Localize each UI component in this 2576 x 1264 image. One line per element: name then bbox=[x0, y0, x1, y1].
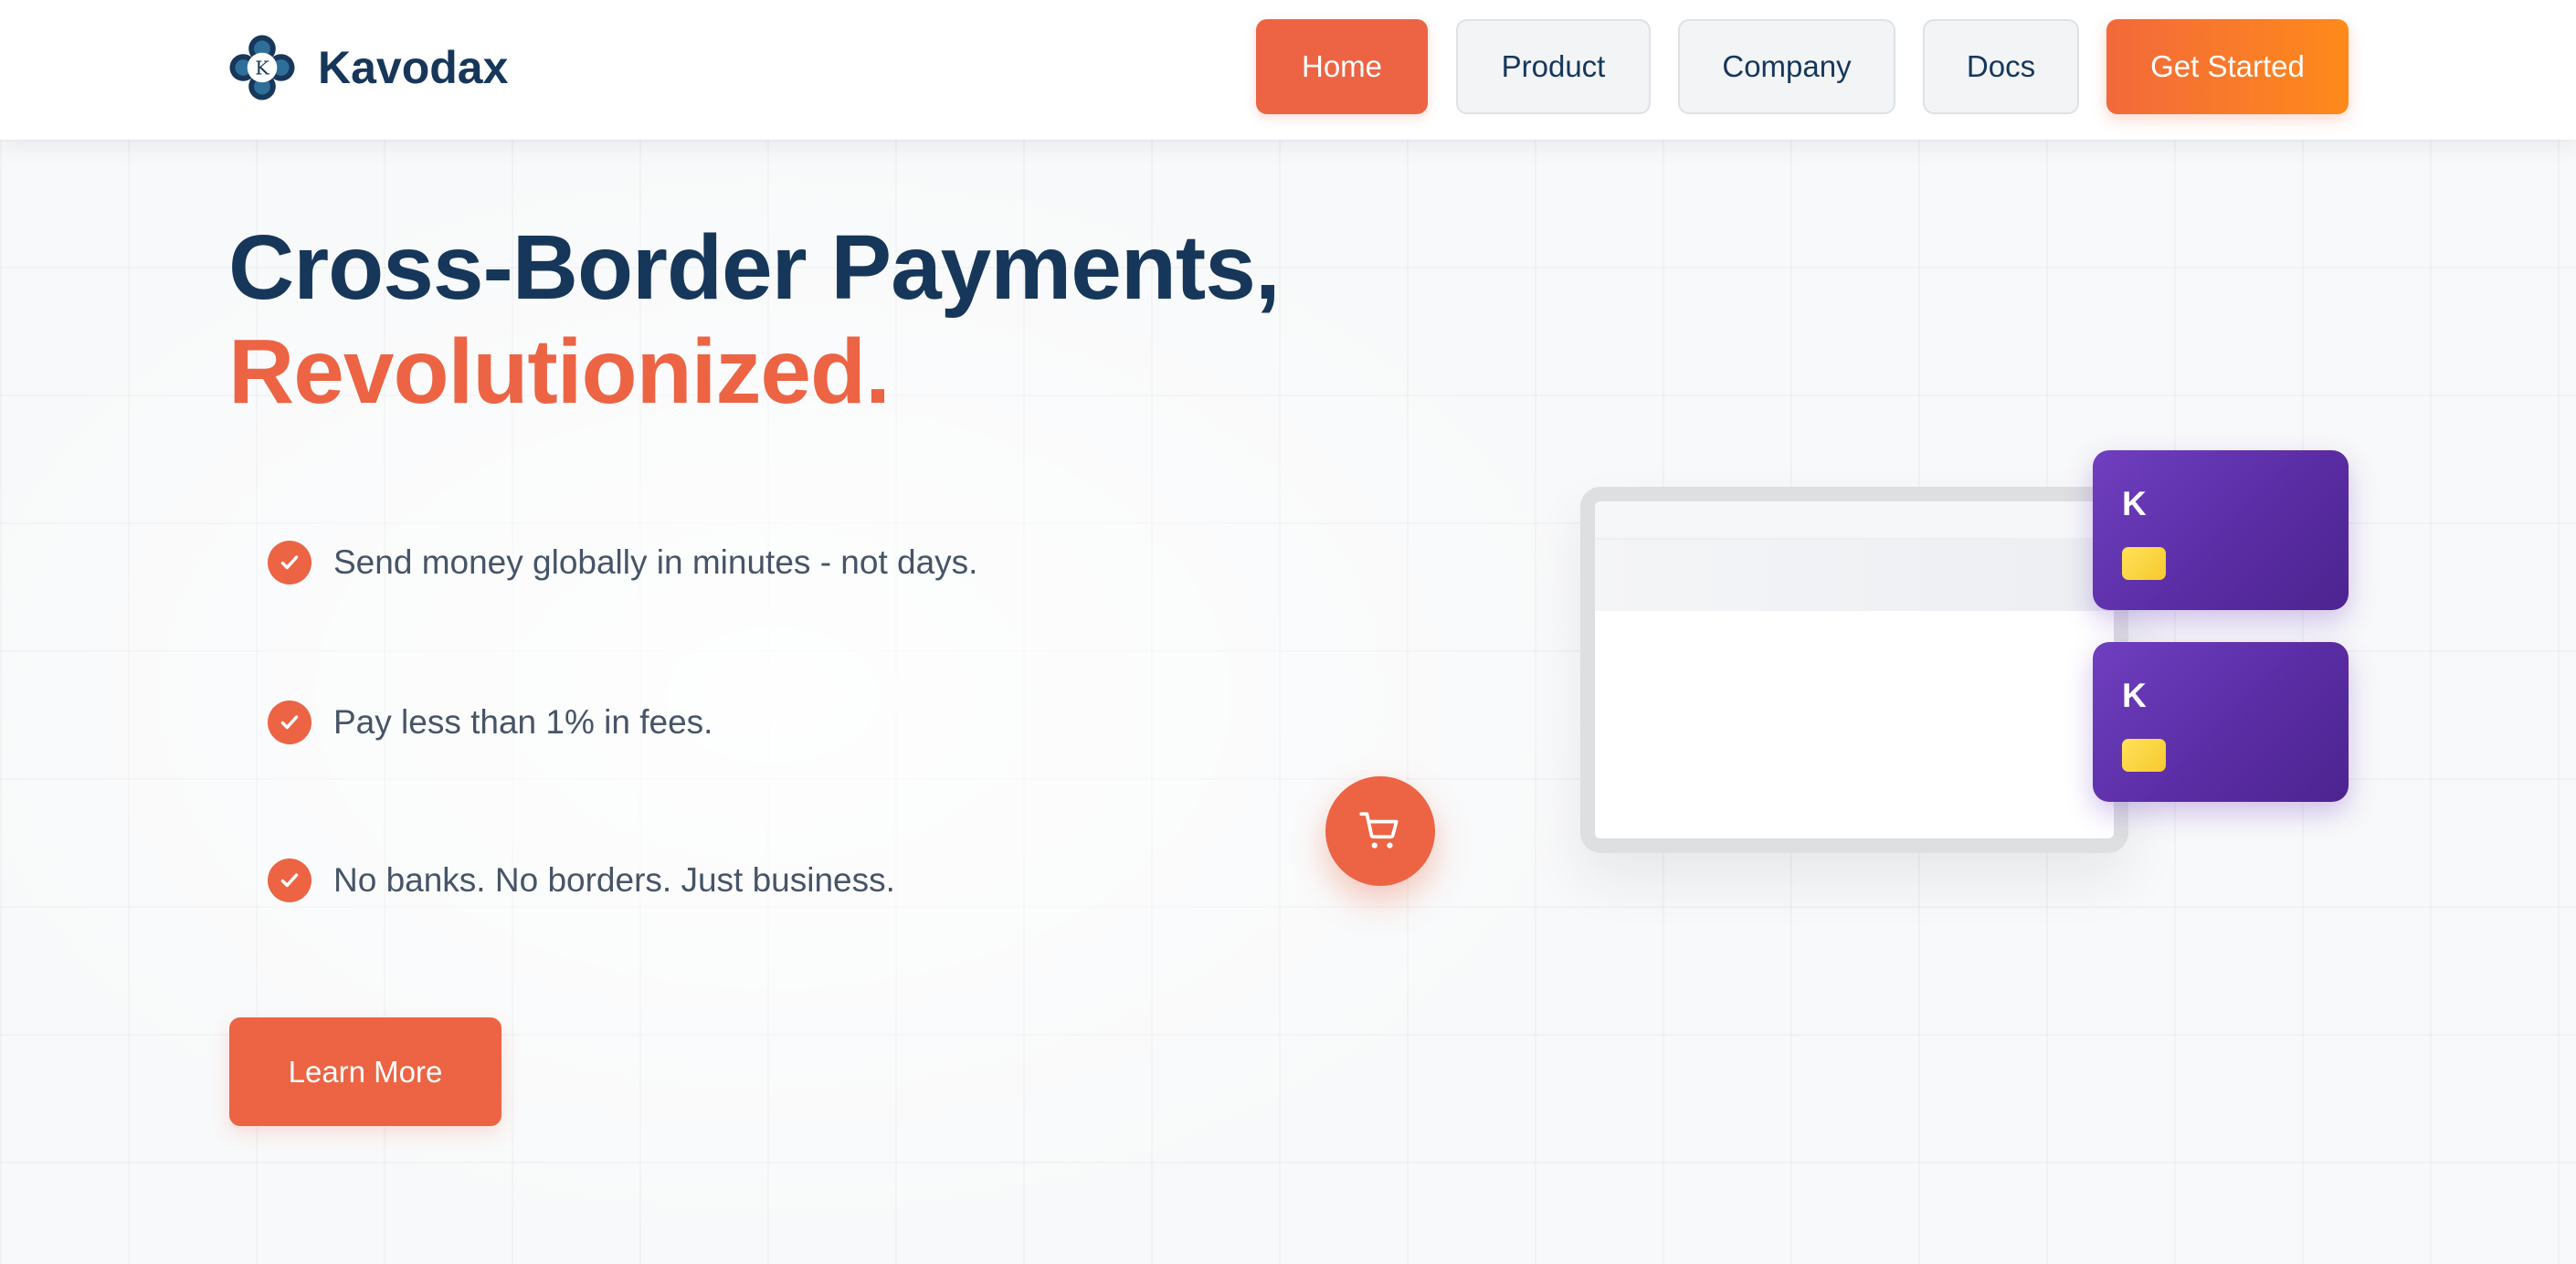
headline-line-2: Revolutionized. bbox=[228, 321, 891, 423]
card-letter: K bbox=[2122, 485, 2147, 522]
browser-toolbar bbox=[1595, 501, 2114, 540]
payment-card: K bbox=[2093, 642, 2349, 802]
card-letter: K bbox=[2122, 677, 2147, 714]
hero-headline: Cross-Border Payments, Revolutionized. bbox=[228, 216, 1281, 424]
feature-text: Send money globally in minutes - not day… bbox=[333, 543, 978, 581]
nav-home-button[interactable]: Home bbox=[1256, 19, 1428, 114]
top-navbar: K Kavodax Home Product Company Docs Get … bbox=[0, 0, 2576, 140]
card-chip-icon bbox=[2122, 739, 2166, 772]
flower-logo-icon: K bbox=[229, 35, 295, 100]
browser-header-strip bbox=[1595, 540, 2114, 611]
nav-docs-button[interactable]: Docs bbox=[1923, 19, 2079, 114]
get-started-button[interactable]: Get Started bbox=[2106, 19, 2349, 114]
check-icon bbox=[268, 700, 311, 744]
check-icon bbox=[268, 541, 311, 585]
feature-item: Pay less than 1% in fees. bbox=[268, 700, 713, 745]
feature-item: No banks. No borders. Just business. bbox=[268, 858, 895, 903]
card-chip-icon bbox=[2122, 547, 2166, 580]
browser-mockup bbox=[1580, 487, 2128, 853]
check-icon bbox=[268, 858, 311, 902]
feature-text: No banks. No borders. Just business. bbox=[333, 861, 895, 899]
logo-letter: K bbox=[255, 57, 269, 79]
brand-name: Kavodax bbox=[318, 42, 509, 93]
brand-link[interactable]: K Kavodax bbox=[228, 33, 508, 102]
payment-card: K bbox=[2093, 450, 2349, 610]
feature-item: Send money globally in minutes - not day… bbox=[268, 540, 977, 585]
cart-button[interactable] bbox=[1325, 776, 1435, 886]
headline-line-1: Cross-Border Payments, bbox=[228, 216, 1281, 319]
nav-product-button[interactable]: Product bbox=[1456, 19, 1651, 114]
shopping-cart-icon bbox=[1359, 812, 1399, 848]
feature-text: Pay less than 1% in fees. bbox=[333, 703, 713, 741]
nav-company-button[interactable]: Company bbox=[1678, 19, 1895, 114]
learn-more-button[interactable]: Learn More bbox=[229, 1017, 501, 1126]
